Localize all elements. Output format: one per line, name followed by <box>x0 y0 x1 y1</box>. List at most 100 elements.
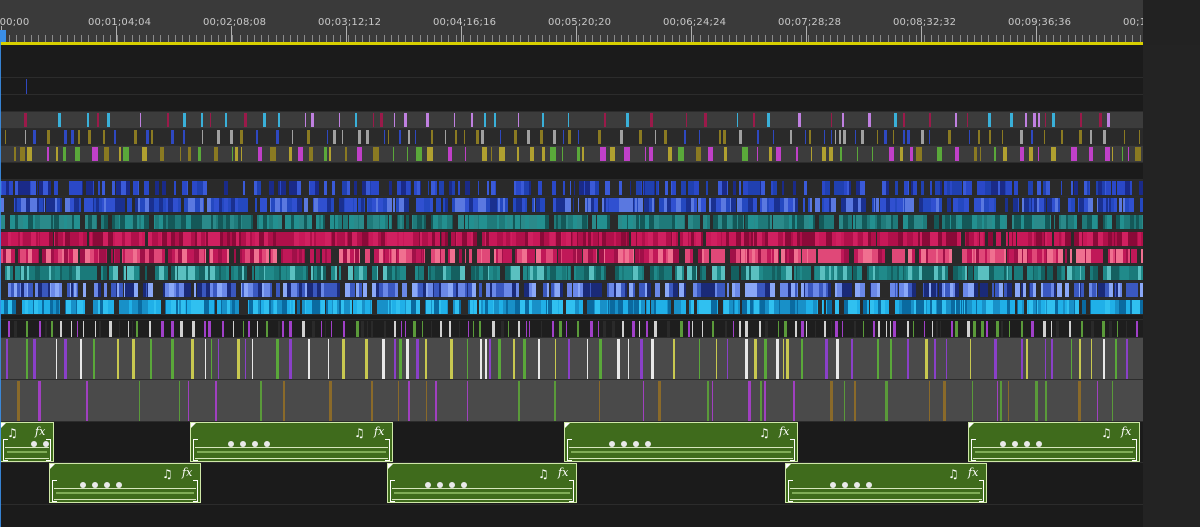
video-clip[interactable] <box>1056 321 1059 337</box>
video-clip[interactable] <box>940 181 942 195</box>
video-clip[interactable] <box>1129 198 1134 212</box>
video-clip[interactable] <box>328 339 329 379</box>
video-clip[interactable] <box>568 113 569 127</box>
video-clip[interactable] <box>365 339 368 379</box>
video-clip[interactable] <box>630 181 631 195</box>
video-clip[interactable] <box>745 321 748 337</box>
video-clip[interactable] <box>748 381 751 421</box>
video-clip[interactable] <box>1005 215 1007 229</box>
volume-rubber-band[interactable] <box>569 447 793 459</box>
video-clip[interactable] <box>694 181 699 195</box>
video-clip[interactable] <box>1002 130 1003 144</box>
video-clip[interactable] <box>276 283 280 297</box>
video-clip[interactable] <box>48 181 51 195</box>
video-clip[interactable] <box>1051 321 1052 337</box>
video-clip[interactable] <box>547 215 549 229</box>
video-clip[interactable] <box>769 147 772 161</box>
video-clip[interactable] <box>252 266 254 280</box>
video-clip[interactable] <box>628 339 629 379</box>
video-clip[interactable] <box>643 381 644 421</box>
video-clip[interactable] <box>471 113 473 127</box>
video-clip[interactable] <box>4 215 5 229</box>
video-clip[interactable] <box>233 321 234 337</box>
video-clip[interactable] <box>921 181 924 195</box>
video-clip[interactable] <box>789 266 792 280</box>
video-clip[interactable] <box>793 381 795 421</box>
video-clip[interactable] <box>1010 113 1013 127</box>
video-clip[interactable] <box>604 266 606 280</box>
video-clip[interactable] <box>655 130 656 144</box>
video-clip[interactable] <box>1114 198 1117 212</box>
video-clip[interactable] <box>1081 321 1083 337</box>
video-clip[interactable] <box>988 232 993 246</box>
video-clip[interactable] <box>179 381 180 421</box>
video-clip[interactable] <box>84 232 87 246</box>
video-clip[interactable] <box>1102 321 1105 337</box>
video-track[interactable] <box>0 231 1143 247</box>
video-clip[interactable] <box>996 232 1001 246</box>
video-clip[interactable] <box>968 266 973 280</box>
volume-rubber-band[interactable] <box>5 447 49 459</box>
video-clip[interactable] <box>419 266 424 280</box>
video-clip[interactable] <box>518 321 520 337</box>
video-clip[interactable] <box>459 321 460 337</box>
video-clip[interactable] <box>844 381 845 421</box>
video-clip[interactable] <box>988 113 991 127</box>
video-clip[interactable] <box>1074 181 1078 195</box>
video-clip[interactable] <box>315 181 319 195</box>
video-clip[interactable] <box>790 130 792 144</box>
video-clip[interactable] <box>427 147 433 161</box>
video-track[interactable] <box>0 265 1143 281</box>
video-clip[interactable] <box>764 381 766 421</box>
video-clip[interactable] <box>665 181 668 195</box>
video-clip[interactable] <box>357 147 362 161</box>
video-clip[interactable] <box>1059 283 1062 297</box>
video-clip[interactable] <box>654 181 655 195</box>
video-clip[interactable] <box>310 249 314 263</box>
video-clip[interactable] <box>1120 283 1122 297</box>
video-clip[interactable] <box>1038 147 1039 161</box>
video-clip[interactable] <box>80 339 82 379</box>
video-clip[interactable] <box>474 300 477 314</box>
video-clip[interactable] <box>126 181 130 195</box>
video-clip[interactable] <box>445 130 446 144</box>
video-clip[interactable] <box>1105 147 1110 161</box>
video-clip[interactable] <box>830 215 834 229</box>
video-clip[interactable] <box>518 381 520 421</box>
video-clip[interactable] <box>255 198 257 212</box>
video-clip[interactable] <box>868 113 871 127</box>
video-clip[interactable] <box>1069 232 1071 246</box>
video-clip[interactable] <box>120 198 125 212</box>
video-clip[interactable] <box>428 181 429 195</box>
video-clip[interactable] <box>332 181 335 195</box>
video-clip[interactable] <box>673 283 678 297</box>
video-clip[interactable] <box>943 381 946 421</box>
video-clip[interactable] <box>88 130 91 144</box>
video-clip[interactable] <box>873 321 875 337</box>
video-clip[interactable] <box>44 198 45 212</box>
video-clip[interactable] <box>214 147 218 161</box>
video-clip[interactable] <box>408 130 410 144</box>
video-clip[interactable] <box>645 147 646 161</box>
video-clip[interactable] <box>540 198 545 212</box>
video-clip[interactable] <box>435 181 437 195</box>
video-clip[interactable] <box>371 321 373 337</box>
keyframe-marker[interactable] <box>645 441 651 447</box>
video-clip[interactable] <box>974 283 978 297</box>
video-clip[interactable] <box>9 181 13 195</box>
playhead-handle[interactable] <box>0 30 6 42</box>
video-clip[interactable] <box>289 339 292 379</box>
video-clip[interactable] <box>64 339 67 379</box>
video-clip[interactable] <box>681 181 686 195</box>
video-clip[interactable] <box>1043 321 1046 337</box>
video-clip[interactable] <box>903 130 905 144</box>
video-clip[interactable] <box>59 300 60 314</box>
video-clip[interactable] <box>973 321 976 337</box>
video-clip[interactable] <box>552 321 554 337</box>
video-clip[interactable] <box>697 215 700 229</box>
audio-clip[interactable]: ♫ fx <box>0 422 54 462</box>
keyframe-marker[interactable] <box>425 482 431 488</box>
video-clip[interactable] <box>305 113 306 127</box>
video-clip[interactable] <box>449 321 451 337</box>
video-clip[interactable] <box>208 321 211 337</box>
